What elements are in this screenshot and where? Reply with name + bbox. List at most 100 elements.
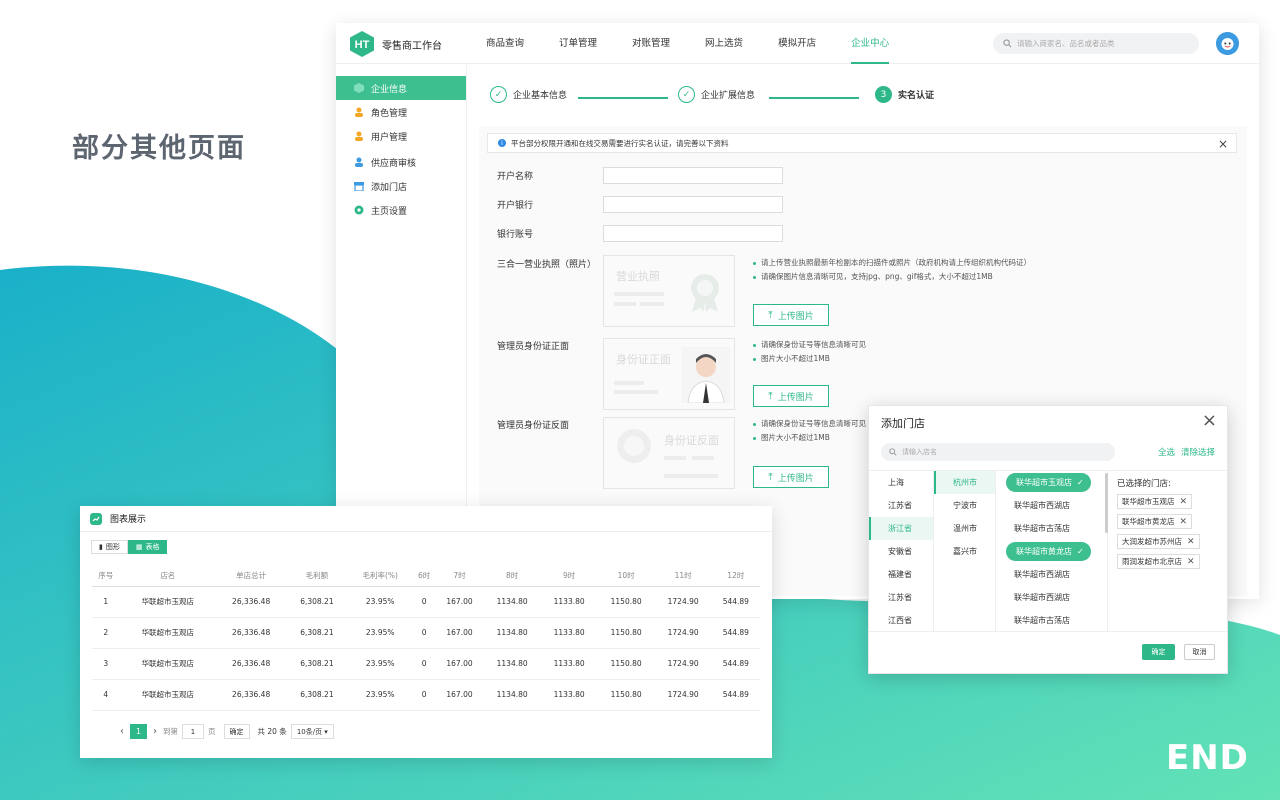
- user-icon: [355, 131, 363, 141]
- confirm-button[interactable]: 确定: [1142, 644, 1175, 660]
- store-item[interactable]: 联华超市西湖店: [996, 586, 1107, 609]
- table-cell: 6,308.21: [286, 586, 348, 618]
- province-item[interactable]: 浙江省: [869, 517, 933, 540]
- province-item[interactable]: 上海: [869, 471, 933, 494]
- sidebar-item-enterprise-info[interactable]: 企业信息: [336, 76, 466, 100]
- account-number-input[interactable]: [603, 225, 783, 242]
- upload-license-button[interactable]: ⤒ 上传图片: [753, 304, 829, 326]
- table-cell: 1134.80: [483, 679, 541, 711]
- table-cell: 23.95%: [347, 679, 413, 711]
- cancel-button[interactable]: 取消: [1184, 644, 1215, 660]
- remove-icon[interactable]: ✕: [1187, 537, 1195, 547]
- chart-window: 图表展示 ▮ 图形 ▦ 表格 序号 店名 单店总计 毛利额 毛利率(%) 6时 7时…: [80, 506, 772, 758]
- step-label: 企业基本信息: [513, 91, 568, 101]
- user-avatar[interactable]: [1216, 32, 1239, 55]
- global-search-input[interactable]: 请输入商家名、品名或者品类: [993, 33, 1199, 54]
- page-size-select[interactable]: 10条/页 ▾: [290, 724, 334, 739]
- clear-selection-link[interactable]: 清除选择: [1181, 446, 1215, 458]
- store-item[interactable]: 联华超市西湖店: [996, 563, 1107, 586]
- sidebar-item-add-store[interactable]: 添加门店: [336, 174, 466, 198]
- table-row[interactable]: 3 华联超市玉观店 26,336.48 6,308.21 23.95% 0 167.00 11…: [92, 648, 760, 680]
- city-item[interactable]: 温州市: [934, 517, 995, 540]
- table-cell: 0: [412, 617, 436, 649]
- province-item[interactable]: 江苏省: [869, 586, 933, 609]
- province-item[interactable]: 福建省: [869, 563, 933, 586]
- text-lines-icon: [614, 292, 664, 306]
- remove-icon[interactable]: ✕: [1180, 497, 1188, 507]
- sidebar-item-user-management[interactable]: 用户管理: [336, 124, 466, 148]
- table-cell: 2: [92, 617, 120, 649]
- sidebar-item-role-management[interactable]: 角色管理: [336, 100, 466, 124]
- tab-table[interactable]: ▦ 表格: [127, 540, 168, 554]
- column-header: 7时: [435, 566, 484, 587]
- placeholder-text: 营业执照: [616, 270, 660, 283]
- city-item[interactable]: 杭州市: [934, 471, 995, 494]
- sidebar-item-label: 角色管理: [371, 108, 408, 119]
- page-number-current[interactable]: 1: [130, 724, 147, 739]
- table-cell: 1133.80: [540, 679, 598, 711]
- select-all-link[interactable]: 全选: [1158, 446, 1175, 458]
- column-header: 店名: [119, 566, 217, 587]
- notice-text: 平台部分权限开通和在线交易需要进行实名认证，请完善以下资料: [511, 138, 729, 148]
- column-header: 6时: [412, 566, 436, 587]
- id-front-tip-1: 请确保身份证号等信息清晰可见: [753, 339, 866, 350]
- tab-graph[interactable]: ▮ 图形: [91, 540, 128, 554]
- store-item[interactable]: 联华超市古荡店: [996, 517, 1107, 540]
- account-number-label: 银行账号: [497, 230, 534, 240]
- goto-page-input[interactable]: 1: [182, 724, 204, 739]
- user-role-icon: [355, 107, 363, 117]
- close-icon[interactable]: ×: [1202, 410, 1217, 431]
- table-cell: 26,336.48: [216, 586, 287, 618]
- province-item[interactable]: 安徽省: [869, 540, 933, 563]
- table-cell: 华联超市玉观店: [119, 617, 217, 649]
- sidebar-item-supplier-review[interactable]: 供应商审核: [336, 150, 466, 174]
- license-tip-2: 请确保图片信息清晰可见，支持jpg、png、gif格式，大小不超过1MB: [753, 271, 993, 282]
- bar-chart-icon: ▮: [99, 543, 103, 551]
- store-item-selected[interactable]: 联华超市黄龙店 ✓: [1006, 542, 1091, 561]
- table-cell: 1133.80: [540, 586, 598, 618]
- step-indicator: ✓ 企业基本信息 ✓ 企业扩展信息 3 实名认证: [479, 78, 1247, 108]
- nav-item-mock-store[interactable]: 模拟开店: [778, 23, 816, 64]
- province-item[interactable]: 江苏省: [869, 494, 933, 517]
- sidebar-item-homepage-settings[interactable]: 主页设置: [336, 198, 466, 222]
- search-placeholder: 请输入店名: [902, 448, 937, 456]
- store-item[interactable]: 联华超市古荡店: [996, 609, 1107, 632]
- remove-icon[interactable]: ✕: [1187, 557, 1195, 567]
- close-icon[interactable]: ×: [1218, 137, 1228, 151]
- text-lines-icon: [614, 381, 658, 394]
- table-row[interactable]: 2 华联超市玉观店 26,336.48 6,308.21 23.95% 0 167.00 11…: [92, 617, 760, 649]
- sidebar-item-label: 主页设置: [371, 206, 408, 217]
- store-item-selected[interactable]: 联华超市玉观店 ✓: [1006, 473, 1091, 492]
- upload-id-front-button[interactable]: ⤒ 上传图片: [753, 385, 829, 407]
- account-name-input[interactable]: [603, 167, 783, 184]
- column-header: 10时: [597, 566, 655, 587]
- table-header-row: 序号 店名 单店总计 毛利额 毛利率(%) 6时 7时 8时 9时 10时 11…: [92, 566, 760, 587]
- province-item[interactable]: 江西省: [869, 609, 933, 632]
- selected-store-tag: 大润发超市苏州店 ✕: [1117, 534, 1200, 549]
- upload-id-back-button[interactable]: ⤒ 上传图片: [753, 466, 829, 488]
- city-item[interactable]: 宁波市: [934, 494, 995, 517]
- id-back-label: 管理员身份证反面: [497, 421, 570, 431]
- sidebar-item-label: 添加门店: [371, 182, 408, 193]
- store-item[interactable]: 联华超市西湖店: [996, 494, 1107, 517]
- city-item[interactable]: 嘉兴市: [934, 540, 995, 563]
- nav-item-reconciliation[interactable]: 对账管理: [632, 23, 670, 64]
- nav-item-enterprise-center[interactable]: 企业中心: [851, 23, 890, 64]
- table-row[interactable]: 4 华联超市玉观店 26,336.48 6,308.21 23.95% 0 167.00 11…: [92, 679, 760, 711]
- nav-item-online-selection[interactable]: 网上选货: [705, 23, 743, 64]
- nav-item-product-query[interactable]: 商品查询: [486, 23, 524, 64]
- bank-input[interactable]: [603, 196, 783, 213]
- goto-confirm-button[interactable]: 确定: [223, 724, 250, 739]
- column-header: 11时: [654, 566, 712, 587]
- chevron-left-icon[interactable]: ‹: [120, 726, 124, 737]
- selected-store-tag: 雨润发超市北京店 ✕: [1117, 554, 1200, 569]
- scrollbar[interactable]: [1105, 473, 1108, 533]
- remove-icon[interactable]: ✕: [1180, 517, 1188, 527]
- table-row[interactable]: 1 华联超市玉观店 26,336.48 6,308.21 23.95% 0 167.00 11…: [92, 586, 760, 618]
- chevron-right-icon[interactable]: ›: [153, 726, 157, 737]
- column-header: 8时: [483, 566, 541, 587]
- table-cell: 1150.80: [597, 617, 655, 649]
- sidebar-item-label: 供应商审核: [371, 158, 417, 169]
- nav-item-orders[interactable]: 订单管理: [559, 23, 597, 64]
- store-search-input[interactable]: 请输入店名: [881, 443, 1115, 461]
